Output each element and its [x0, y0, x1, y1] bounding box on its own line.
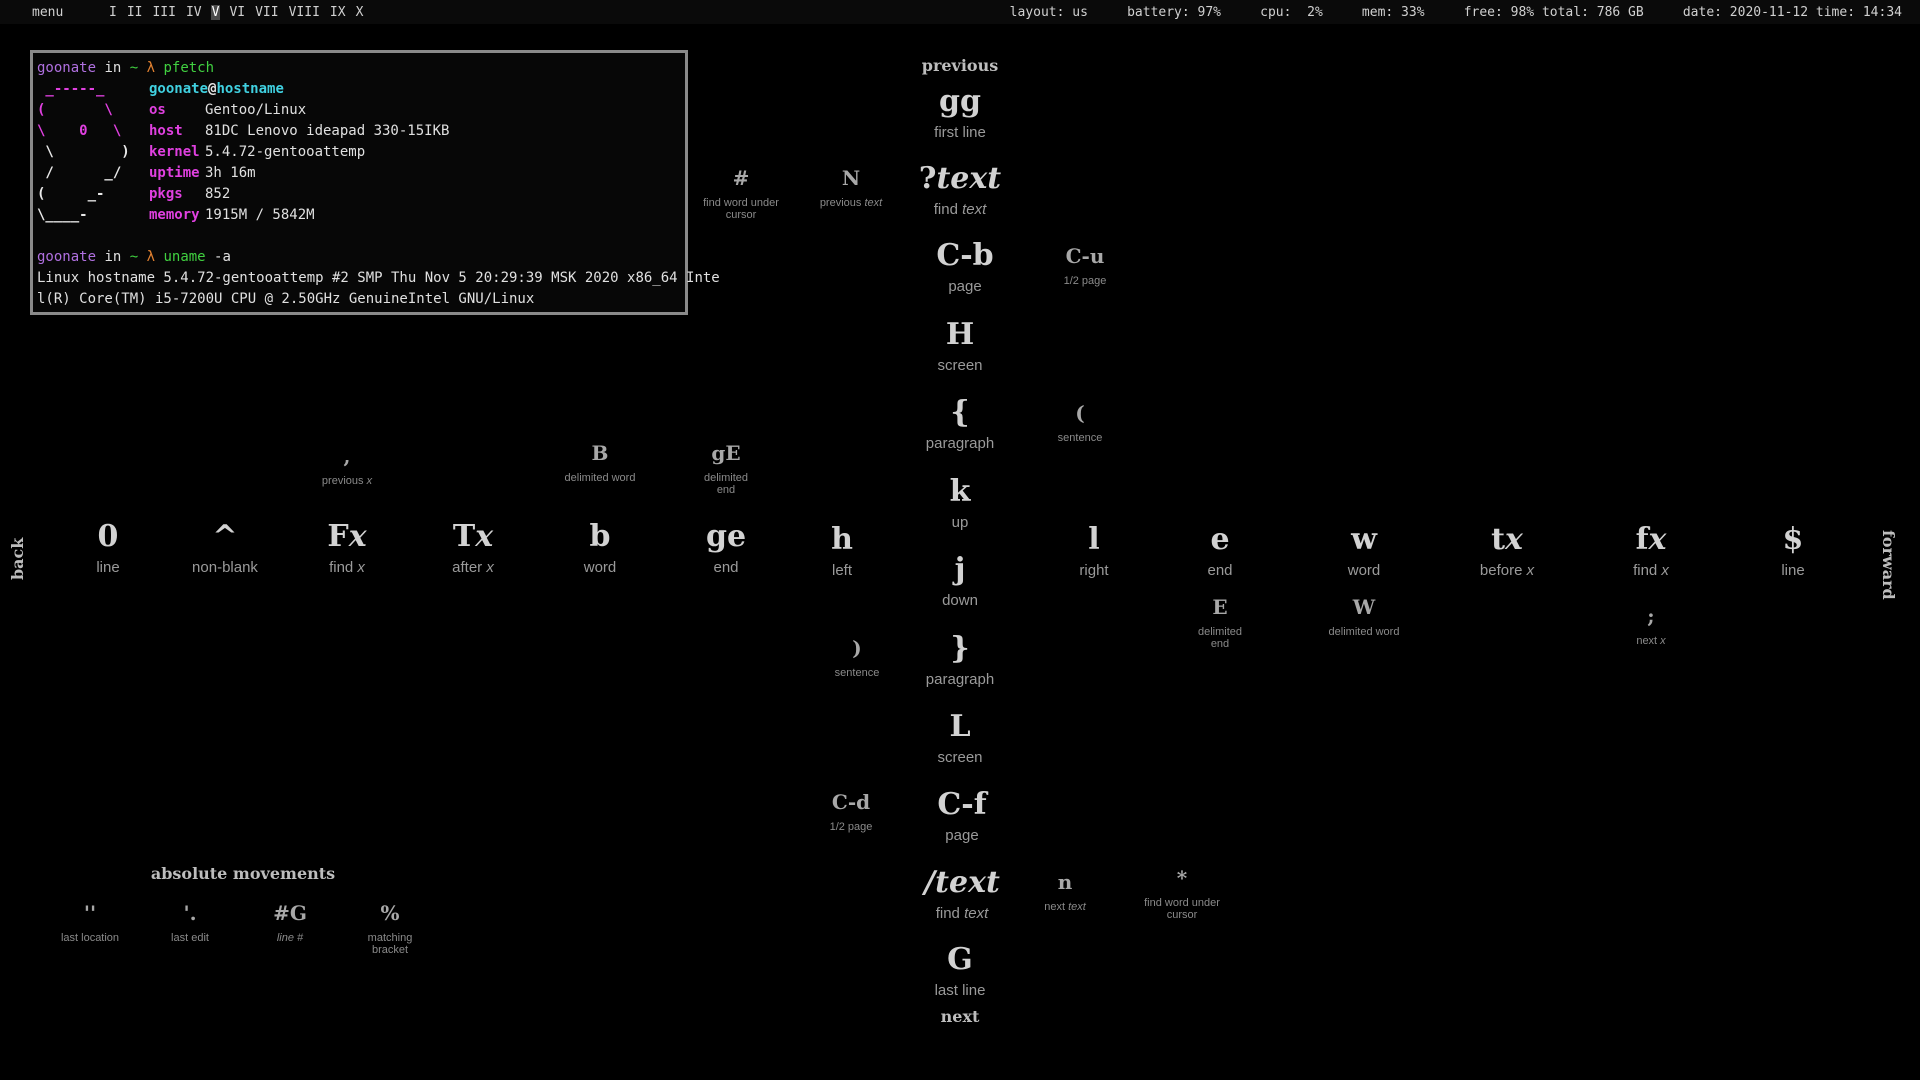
pfetch-line: ( _- pkgs 852: [37, 186, 231, 202]
workspace-7[interactable]: VII: [254, 5, 279, 20]
pfetch-line: \____- memory 1915M / 5842M: [37, 207, 315, 223]
workspace-9[interactable]: IX: [329, 5, 347, 20]
motion-search-backward: ?text find text: [918, 161, 1002, 218]
workspace-list: I II III IV V VI VII VIII IX X: [108, 5, 364, 20]
next-heading: next: [940, 1007, 980, 1026]
motion-l: l right: [1079, 522, 1109, 579]
pfetch-line: ( \ os Gentoo/Linux: [37, 102, 307, 118]
motion-N: N previous text: [819, 166, 883, 209]
motion-tx: tx before x: [1479, 522, 1535, 579]
motion-sentence-forward: ) sentence: [834, 636, 880, 679]
motion-gE: gE delimited end: [703, 441, 749, 496]
workspace-10[interactable]: X: [355, 5, 365, 20]
motion-hash: # find word under cursor: [703, 166, 779, 221]
motion-matching-bracket: % matching bracket: [367, 901, 413, 956]
back-label: back: [8, 537, 27, 580]
motion-ge: ge end: [705, 519, 747, 576]
motion-dollar: $ line: [1781, 522, 1805, 579]
workspace-5-active[interactable]: V: [210, 5, 221, 20]
motion-line-number: #G line #: [273, 901, 307, 944]
motion-E: E delimited end: [1197, 595, 1243, 650]
pfetch-line: / _/uptime 3h 16m: [37, 165, 256, 181]
motion-w: w word: [1347, 522, 1381, 579]
motion-G: G last line: [934, 942, 986, 999]
status-area: layout: us battery: 97% cpu: 2% mem: 33%…: [1010, 5, 1902, 20]
motion-ctrl-u: C-u 1/2 page: [1063, 244, 1107, 287]
workspace-1[interactable]: I: [108, 5, 118, 20]
forward-label: forward: [1879, 530, 1898, 600]
layout-status: layout: us: [1009, 5, 1088, 20]
workspace-8[interactable]: VIII: [288, 5, 321, 20]
motion-caret: ^ non-blank: [192, 519, 258, 576]
motion-ctrl-f: C-f page: [937, 787, 987, 844]
motion-n: n next text: [1044, 870, 1086, 913]
motion-semicolon: ; next x: [1636, 604, 1666, 647]
motion-paragraph-forward: } paragraph: [925, 631, 995, 688]
motion-H: H screen: [937, 317, 983, 374]
mem-status: mem: 33%: [1361, 5, 1425, 20]
motion-B: B delimited word: [564, 441, 636, 484]
motion-b: b word: [583, 519, 617, 576]
terminal-window[interactable]: goonate in ~ λ pfetch _-----_ goonate@hos…: [30, 50, 720, 315]
motion-gg: gg first line: [934, 84, 986, 141]
pfetch-line: \ 0 \ host 81DC Lenovo ideapad 330-15IKB: [37, 123, 450, 139]
motion-sentence-back: ( sentence: [1057, 401, 1103, 444]
motion-Tx: Tx after x: [452, 519, 494, 576]
motion-e: e end: [1207, 522, 1233, 579]
battery-status: battery: 97%: [1127, 5, 1222, 20]
pfetch-line: \ ) kernel 5.4.72-gentooattemp: [37, 144, 366, 160]
motion-L: L screen: [937, 709, 983, 766]
motion-h: h left: [831, 522, 853, 579]
pfetch-line: _-----_ goonate@hostname: [37, 81, 284, 97]
motion-W: W delimited word: [1328, 595, 1400, 638]
motion-comma: , previous x: [321, 444, 373, 487]
top-bar: menu I II III IV V VI VII VIII IX X layo…: [0, 0, 1920, 24]
motion-last-edit: '. last edit: [171, 901, 209, 944]
motion-k: k up: [949, 474, 971, 531]
motion-paragraph-back: { paragraph: [925, 395, 995, 452]
motion-last-location: '' last location: [60, 901, 120, 944]
motion-star: * find word under cursor: [1144, 866, 1220, 921]
motion-zero: 0 line: [96, 519, 120, 576]
datetime-status: date: 2020-11-12 time: 14:34: [1682, 5, 1902, 20]
disk-status: free: 98% total: 786 GB: [1463, 5, 1644, 20]
cpu-status: cpu: 2%: [1260, 5, 1323, 20]
motion-ctrl-b: C-b page: [936, 238, 994, 295]
workspace-2[interactable]: II: [126, 5, 144, 20]
prompt-line-2: goonate in ~ λ uname -a: [37, 249, 231, 265]
workspace-3[interactable]: III: [151, 5, 176, 20]
workspace-4[interactable]: IV: [185, 5, 203, 20]
motion-fx: fx find x: [1633, 522, 1669, 579]
workspace-6[interactable]: VI: [228, 5, 246, 20]
absolute-movements-heading: absolute movements: [150, 864, 336, 883]
motion-ctrl-d: C-d 1/2 page: [829, 790, 873, 833]
previous-heading: previous: [921, 56, 999, 75]
uname-output-1: Linux hostname 5.4.72-gentooattemp #2 SM…: [37, 270, 720, 286]
prompt-line-1: goonate in ~ λ pfetch: [37, 60, 215, 76]
motion-Fx: Fx find x: [327, 519, 367, 576]
motion-search-forward: /text find text: [924, 865, 1000, 922]
menu-button[interactable]: menu: [32, 5, 63, 20]
motion-j: j down: [942, 552, 978, 609]
uname-output-2: l(R) Core(TM) i5-7200U CPU @ 2.50GHz Gen…: [37, 291, 535, 307]
